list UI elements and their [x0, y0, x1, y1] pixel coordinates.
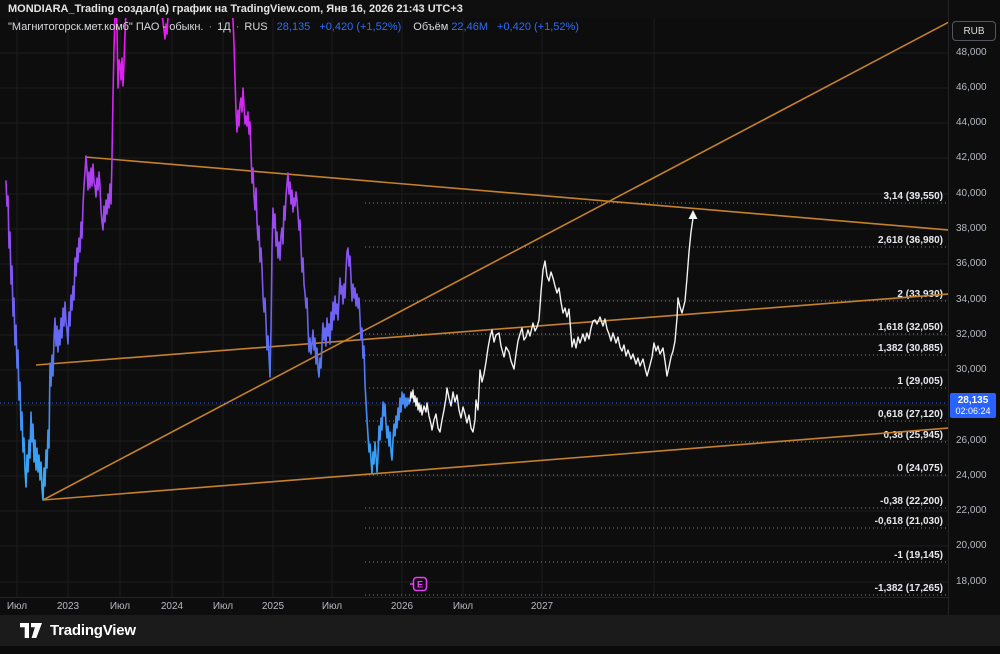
fib-level-label: 0 (24,075) [897, 463, 943, 474]
fib-level-label: 0,38 (25,945) [884, 430, 944, 441]
time-axis[interactable]: Июл 2023 Июл 2024 Июл 2025 Июл 2026 Июл 2027 [0, 597, 948, 616]
chart-attribution: MONDIARA_Trading создал(а) график на Tra… [0, 0, 948, 18]
fib-level-label: -0,38 (22,200) [880, 496, 943, 507]
time-axis-label: 2024 [160, 601, 184, 612]
price-axis-label: 46,000 [956, 82, 987, 93]
price-axis-label: 42,000 [956, 152, 987, 163]
fib-level-label: -0,618 (21,030) [875, 516, 943, 527]
price-axis-label: 20,000 [956, 540, 987, 551]
forecast-arrowhead-icon [688, 210, 698, 219]
trend-line-lower-ascending[interactable] [42, 427, 948, 501]
last-price-value: 28,135 [276, 21, 311, 33]
attribution-text: MONDIARA_Trading создал(а) график на Tra… [8, 3, 463, 15]
price-axis[interactable]: RUB 48,000 46,000 44,000 42,000 40,000 38,000… [948, 0, 1000, 615]
volume-value: 22,46M [451, 21, 489, 33]
price-axis-label: 22,000 [956, 505, 987, 516]
symbol-title[interactable]: "Магнитогорск.мет.комб" ПАО - обыкн. [8, 20, 204, 34]
price-axis-label: 36,000 [956, 258, 987, 269]
time-axis-label: 2026 [390, 601, 414, 612]
badge-price: 28,135 [957, 395, 989, 406]
time-axis-label: Июл [452, 601, 474, 612]
footer-bar: TradingView [0, 615, 1000, 646]
tradingview-chart-app: 3,14 (39,550) 2,618 (36,980) 2 (33,930) 1,6… [0, 0, 1000, 654]
trend-line-steep-ascending[interactable] [42, 21, 948, 501]
time-axis-label: Июл [212, 601, 234, 612]
exchange-label: RUS [244, 21, 268, 33]
price-axis-label: 34,000 [956, 294, 987, 305]
fib-level-label: -1,382 (17,265) [875, 583, 943, 594]
time-axis-label: 2023 [56, 601, 80, 612]
price-axis-label: 24,000 [956, 470, 987, 481]
price-change-value: +0,420 (+1,52%) [319, 21, 402, 33]
price-axis-label: 40,000 [956, 188, 987, 199]
price-axis-label: 26,000 [956, 435, 987, 446]
price-chart-canvas[interactable]: 3,14 (39,550)2,618 (36,980)2 (33,930)1,6… [0, 0, 948, 597]
tradingview-wordmark: TradingView [50, 622, 136, 639]
tradingview-logo-link[interactable]: TradingView [20, 622, 136, 639]
fib-level-label: 1,382 (30,885) [878, 343, 943, 354]
interval-label[interactable]: 1Д [217, 20, 231, 34]
badge-countdown: 02:06:24 [955, 406, 991, 416]
fib-level-label: -1 (19,145) [894, 550, 943, 561]
fib-level-label: 1 (29,005) [897, 376, 943, 387]
current-price-badge: 28,135 02:06:24 [950, 393, 996, 418]
price-axis-label: 32,000 [956, 329, 987, 340]
price-axis-label: 30,000 [956, 364, 987, 375]
price-axis-label: 38,000 [956, 223, 987, 234]
earnings-marker-label: E [417, 580, 423, 590]
tradingview-logo-icon [20, 623, 42, 638]
price-axis-label: 18,000 [956, 576, 987, 587]
time-axis-label: 2027 [530, 601, 554, 612]
price-axis-label: 48,000 [956, 47, 987, 58]
volume-change-value: +0,420 (+1,52%) [497, 21, 579, 33]
chart-plot-area[interactable]: 3,14 (39,550) 2,618 (36,980) 2 (33,930) 1,6… [0, 0, 948, 597]
legend-separator: · [235, 21, 240, 33]
symbol-legend: "Магнитогорск.мет.комб" ПАО - обыкн. · 1… [8, 20, 579, 34]
currency-button[interactable]: RUB [952, 21, 996, 41]
volume-label: Объём [413, 21, 449, 33]
time-axis-label: 2025 [261, 601, 285, 612]
bottom-strip [0, 646, 1000, 654]
fib-level-label: 1,618 (32,050) [878, 322, 943, 333]
time-axis-label: Июл [109, 601, 131, 612]
time-axis-label: Июл [321, 601, 343, 612]
fib-level-label: 3,14 (39,550) [884, 191, 944, 202]
price-axis-label: 44,000 [956, 117, 987, 128]
time-axis-label: Июл [6, 601, 28, 612]
price-history-line[interactable] [5, 3, 411, 501]
fib-level-label: 0,618 (27,120) [878, 409, 943, 420]
fib-level-label: 2,618 (36,980) [878, 235, 943, 246]
legend-separator: · [208, 21, 213, 33]
